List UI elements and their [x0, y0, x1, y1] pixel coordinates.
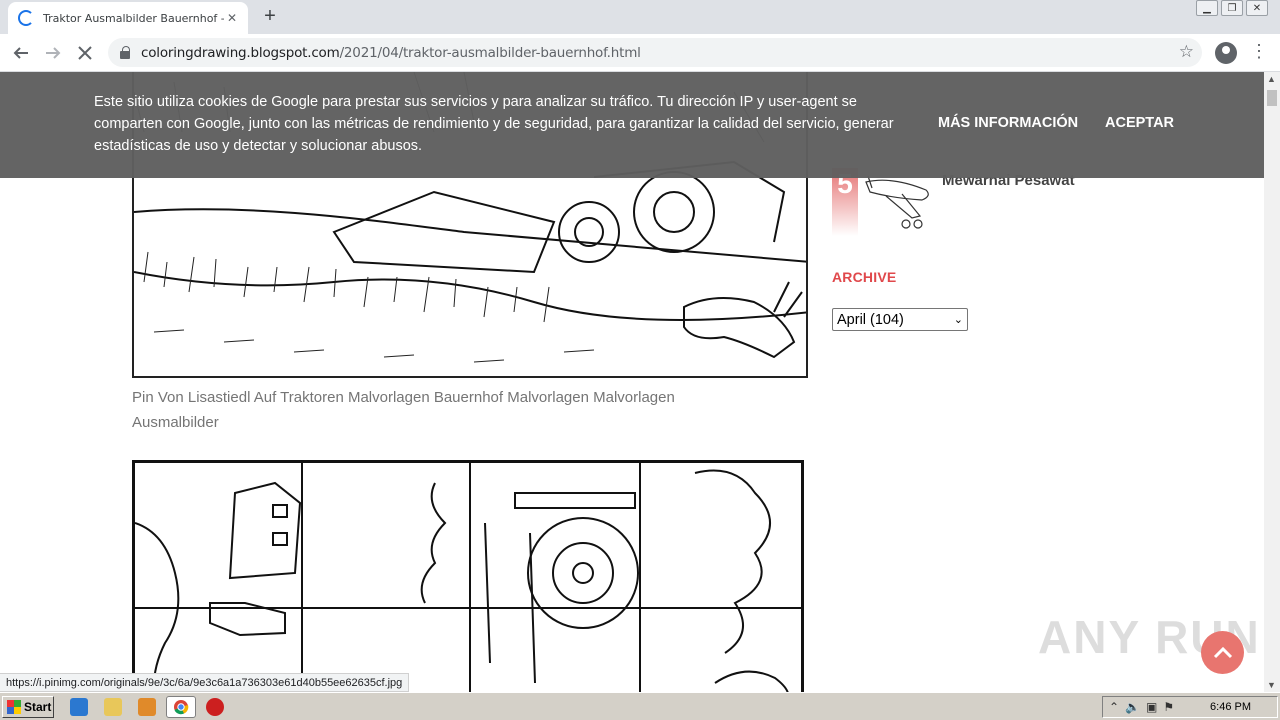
- url-path: /2021/04/traktor-ausmalbilder-bauernhof.…: [339, 44, 641, 61]
- back-button[interactable]: [8, 40, 34, 66]
- url-text: coloringdrawing.blogspot.com/2021/04/tra…: [141, 45, 641, 61]
- bookmark-star-icon[interactable]: ☆: [1179, 42, 1194, 62]
- forward-button[interactable]: [40, 40, 66, 66]
- tractor-puzzle-drawing: [135, 463, 801, 692]
- scroll-thumb[interactable]: [1267, 90, 1277, 106]
- page-scrollbar[interactable]: ▲ ▼: [1264, 72, 1280, 692]
- tractor-coloring-image-2[interactable]: [132, 460, 804, 692]
- close-x-icon: [78, 46, 92, 60]
- popular-post-thumbnail[interactable]: [862, 168, 934, 238]
- archive-heading: ARCHIVE: [832, 269, 897, 285]
- minimize-button[interactable]: ▁: [1196, 0, 1218, 16]
- system-tray: ⌃🔈▣⚑ 6:46 PM: [1102, 696, 1278, 718]
- accept-cookies-button[interactable]: ACEPTAR: [1105, 115, 1174, 131]
- forward-arrow-icon: [46, 47, 61, 59]
- status-bar-url: https://i.pinimg.com/originals/9e/3c/6a/…: [0, 673, 410, 692]
- windows-taskbar: Start ⌃🔈▣⚑ 6:46 PM: [0, 692, 1280, 720]
- archive-dropdown[interactable]: April (104) ⌄: [832, 308, 968, 331]
- profile-avatar-icon[interactable]: [1215, 42, 1237, 64]
- tab-close-icon[interactable]: ✕: [224, 10, 240, 26]
- archive-selected-value: April (104): [837, 311, 904, 328]
- start-button[interactable]: Start: [2, 696, 54, 718]
- cookie-banner: Este sitio utiliza cookies de Google par…: [0, 72, 1264, 178]
- tray-icons[interactable]: ⌃🔈▣⚑: [1109, 700, 1180, 714]
- chevron-up-icon: [1213, 646, 1232, 658]
- image-caption: Pin Von Lisastiedl Auf Traktoren Malvorl…: [132, 389, 675, 431]
- menu-dots-icon[interactable]: ⋮: [1250, 41, 1268, 62]
- airplane-thumbnail-icon: [865, 175, 929, 229]
- chrome-icon: [174, 700, 189, 715]
- clock: 6:46 PM: [1210, 701, 1251, 713]
- browser-tab[interactable]: Traktor Ausmalbilder Bauernhof - Co ✕: [8, 2, 248, 34]
- more-info-button[interactable]: MÁS INFORMACIÓN: [938, 115, 1078, 131]
- cookie-banner-text: Este sitio utiliza cookies de Google par…: [94, 94, 894, 154]
- loading-spinner-icon: [18, 10, 34, 26]
- scroll-up-arrow-icon[interactable]: ▲: [1267, 74, 1276, 84]
- url-domain: coloringdrawing.blogspot.com: [141, 44, 340, 61]
- popular-rank-number: 5: [832, 168, 858, 236]
- windows-logo-icon: [7, 700, 21, 714]
- media-player-icon[interactable]: [138, 698, 156, 716]
- back-arrow-icon: [13, 47, 28, 59]
- close-window-button[interactable]: ✕: [1246, 0, 1268, 16]
- address-bar[interactable]: coloringdrawing.blogspot.com/2021/04/tra…: [108, 38, 1202, 67]
- tab-strip: Traktor Ausmalbilder Bauernhof - Co ✕ + …: [0, 0, 1280, 34]
- scroll-to-top-button[interactable]: [1201, 631, 1244, 674]
- browser-toolbar: coloringdrawing.blogspot.com/2021/04/tra…: [0, 34, 1280, 72]
- start-label: Start: [24, 700, 52, 714]
- stop-loading-button[interactable]: [72, 40, 98, 66]
- chrome-taskbar-button[interactable]: [166, 696, 196, 718]
- window-controls: ▁ ❐ ✕: [1196, 0, 1268, 16]
- folder-icon[interactable]: [104, 698, 122, 716]
- tab-title: Traktor Ausmalbilder Bauernhof - Co: [43, 11, 224, 25]
- ie-icon[interactable]: [70, 698, 88, 716]
- page-viewport: Pin Von Lisastiedl Auf Traktoren Malvorl…: [0, 72, 1264, 692]
- opera-icon[interactable]: [206, 698, 224, 716]
- new-tab-button[interactable]: +: [259, 5, 281, 27]
- scroll-down-arrow-icon[interactable]: ▼: [1267, 680, 1276, 690]
- chevron-down-icon: ⌄: [953, 314, 963, 326]
- maximize-button[interactable]: ❐: [1221, 0, 1243, 16]
- lock-icon: [120, 45, 130, 59]
